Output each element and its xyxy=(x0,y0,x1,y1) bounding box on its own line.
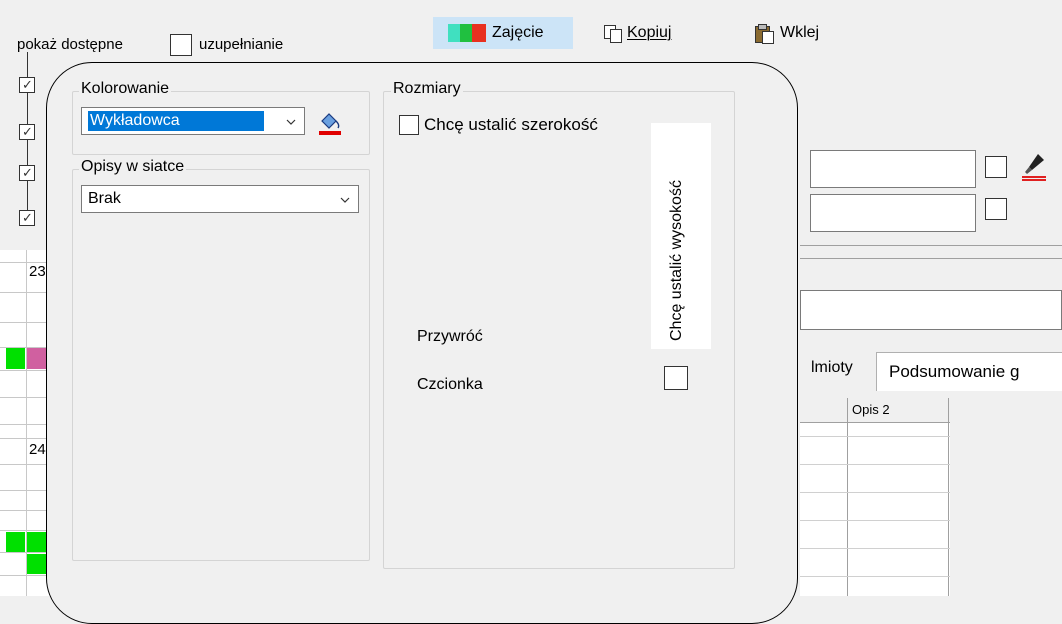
tree-checkbox-2[interactable]: ✓ xyxy=(19,124,35,140)
fill-checkbox[interactable] xyxy=(170,34,192,56)
right-long-field[interactable] xyxy=(800,290,1062,330)
show-available-label: pokaż dostępne xyxy=(17,36,123,53)
class-color-icon xyxy=(448,24,486,42)
grid-descriptions-select-label: Brak xyxy=(88,190,121,207)
fill-label: uzupełnianie xyxy=(199,36,284,53)
grid-descriptions-group xyxy=(72,169,370,561)
display-settings-panel: Kolorowanie Wykładowca Opisy w siatce Br… xyxy=(46,62,798,624)
class-button-label: Zajęcie xyxy=(492,24,544,41)
restore-button[interactable]: Przywróć xyxy=(417,327,483,347)
right-checkbox-1[interactable] xyxy=(985,156,1007,178)
set-width-label: Chcę ustalić szerokość xyxy=(424,115,598,134)
column-header-opis2[interactable]: Opis 2 xyxy=(852,400,890,420)
copy-button[interactable]: Kopiuj xyxy=(603,17,671,49)
font-checkbox[interactable] xyxy=(664,366,688,390)
grid-descriptions-select[interactable]: Brak xyxy=(81,185,359,213)
right-text-field-2[interactable] xyxy=(810,194,976,232)
grid-cell-green[interactable] xyxy=(6,532,25,552)
grid-cell-green[interactable] xyxy=(6,348,25,369)
tab-subjects[interactable]: lmioty xyxy=(811,358,853,378)
separator xyxy=(800,258,1062,259)
tab-summary-label: Podsumowanie g xyxy=(889,362,1020,381)
copy-button-label: Kopiuj xyxy=(627,24,672,41)
chevron-down-icon xyxy=(340,197,350,203)
right-table: Opis 2 xyxy=(800,398,950,596)
brush-icon[interactable] xyxy=(1020,152,1048,182)
paste-button-label: Wklej xyxy=(780,24,820,41)
paste-button[interactable]: Wklej xyxy=(754,17,819,49)
size-legend: Rozmiary xyxy=(391,79,463,99)
tab-summary[interactable]: Podsumowanie g xyxy=(876,352,1062,391)
coloring-select[interactable]: Wykładowca xyxy=(81,107,305,135)
coloring-select-label: Wykładowca xyxy=(90,112,180,129)
paste-icon xyxy=(754,23,774,44)
set-width-checkbox[interactable] xyxy=(399,115,419,135)
coloring-legend: Kolorowanie xyxy=(79,79,172,99)
copy-icon xyxy=(603,24,622,43)
tree-checkbox-4[interactable]: ✓ xyxy=(19,210,35,226)
grid-descriptions-legend: Opisy w siatce xyxy=(79,157,187,177)
font-button[interactable]: Czcionka xyxy=(417,375,483,395)
tree-checkbox-3[interactable]: ✓ xyxy=(19,165,35,181)
paint-bucket-icon[interactable] xyxy=(317,109,343,137)
separator xyxy=(800,245,1062,246)
class-button[interactable]: Zajęcie xyxy=(433,17,573,49)
right-checkbox-2[interactable] xyxy=(985,198,1007,220)
right-text-field-1[interactable] xyxy=(810,150,976,188)
chevron-down-icon xyxy=(286,119,296,125)
tree-checkbox-1[interactable]: ✓ xyxy=(19,77,35,93)
set-height-label: Chcę ustalić wysokość xyxy=(668,180,685,341)
